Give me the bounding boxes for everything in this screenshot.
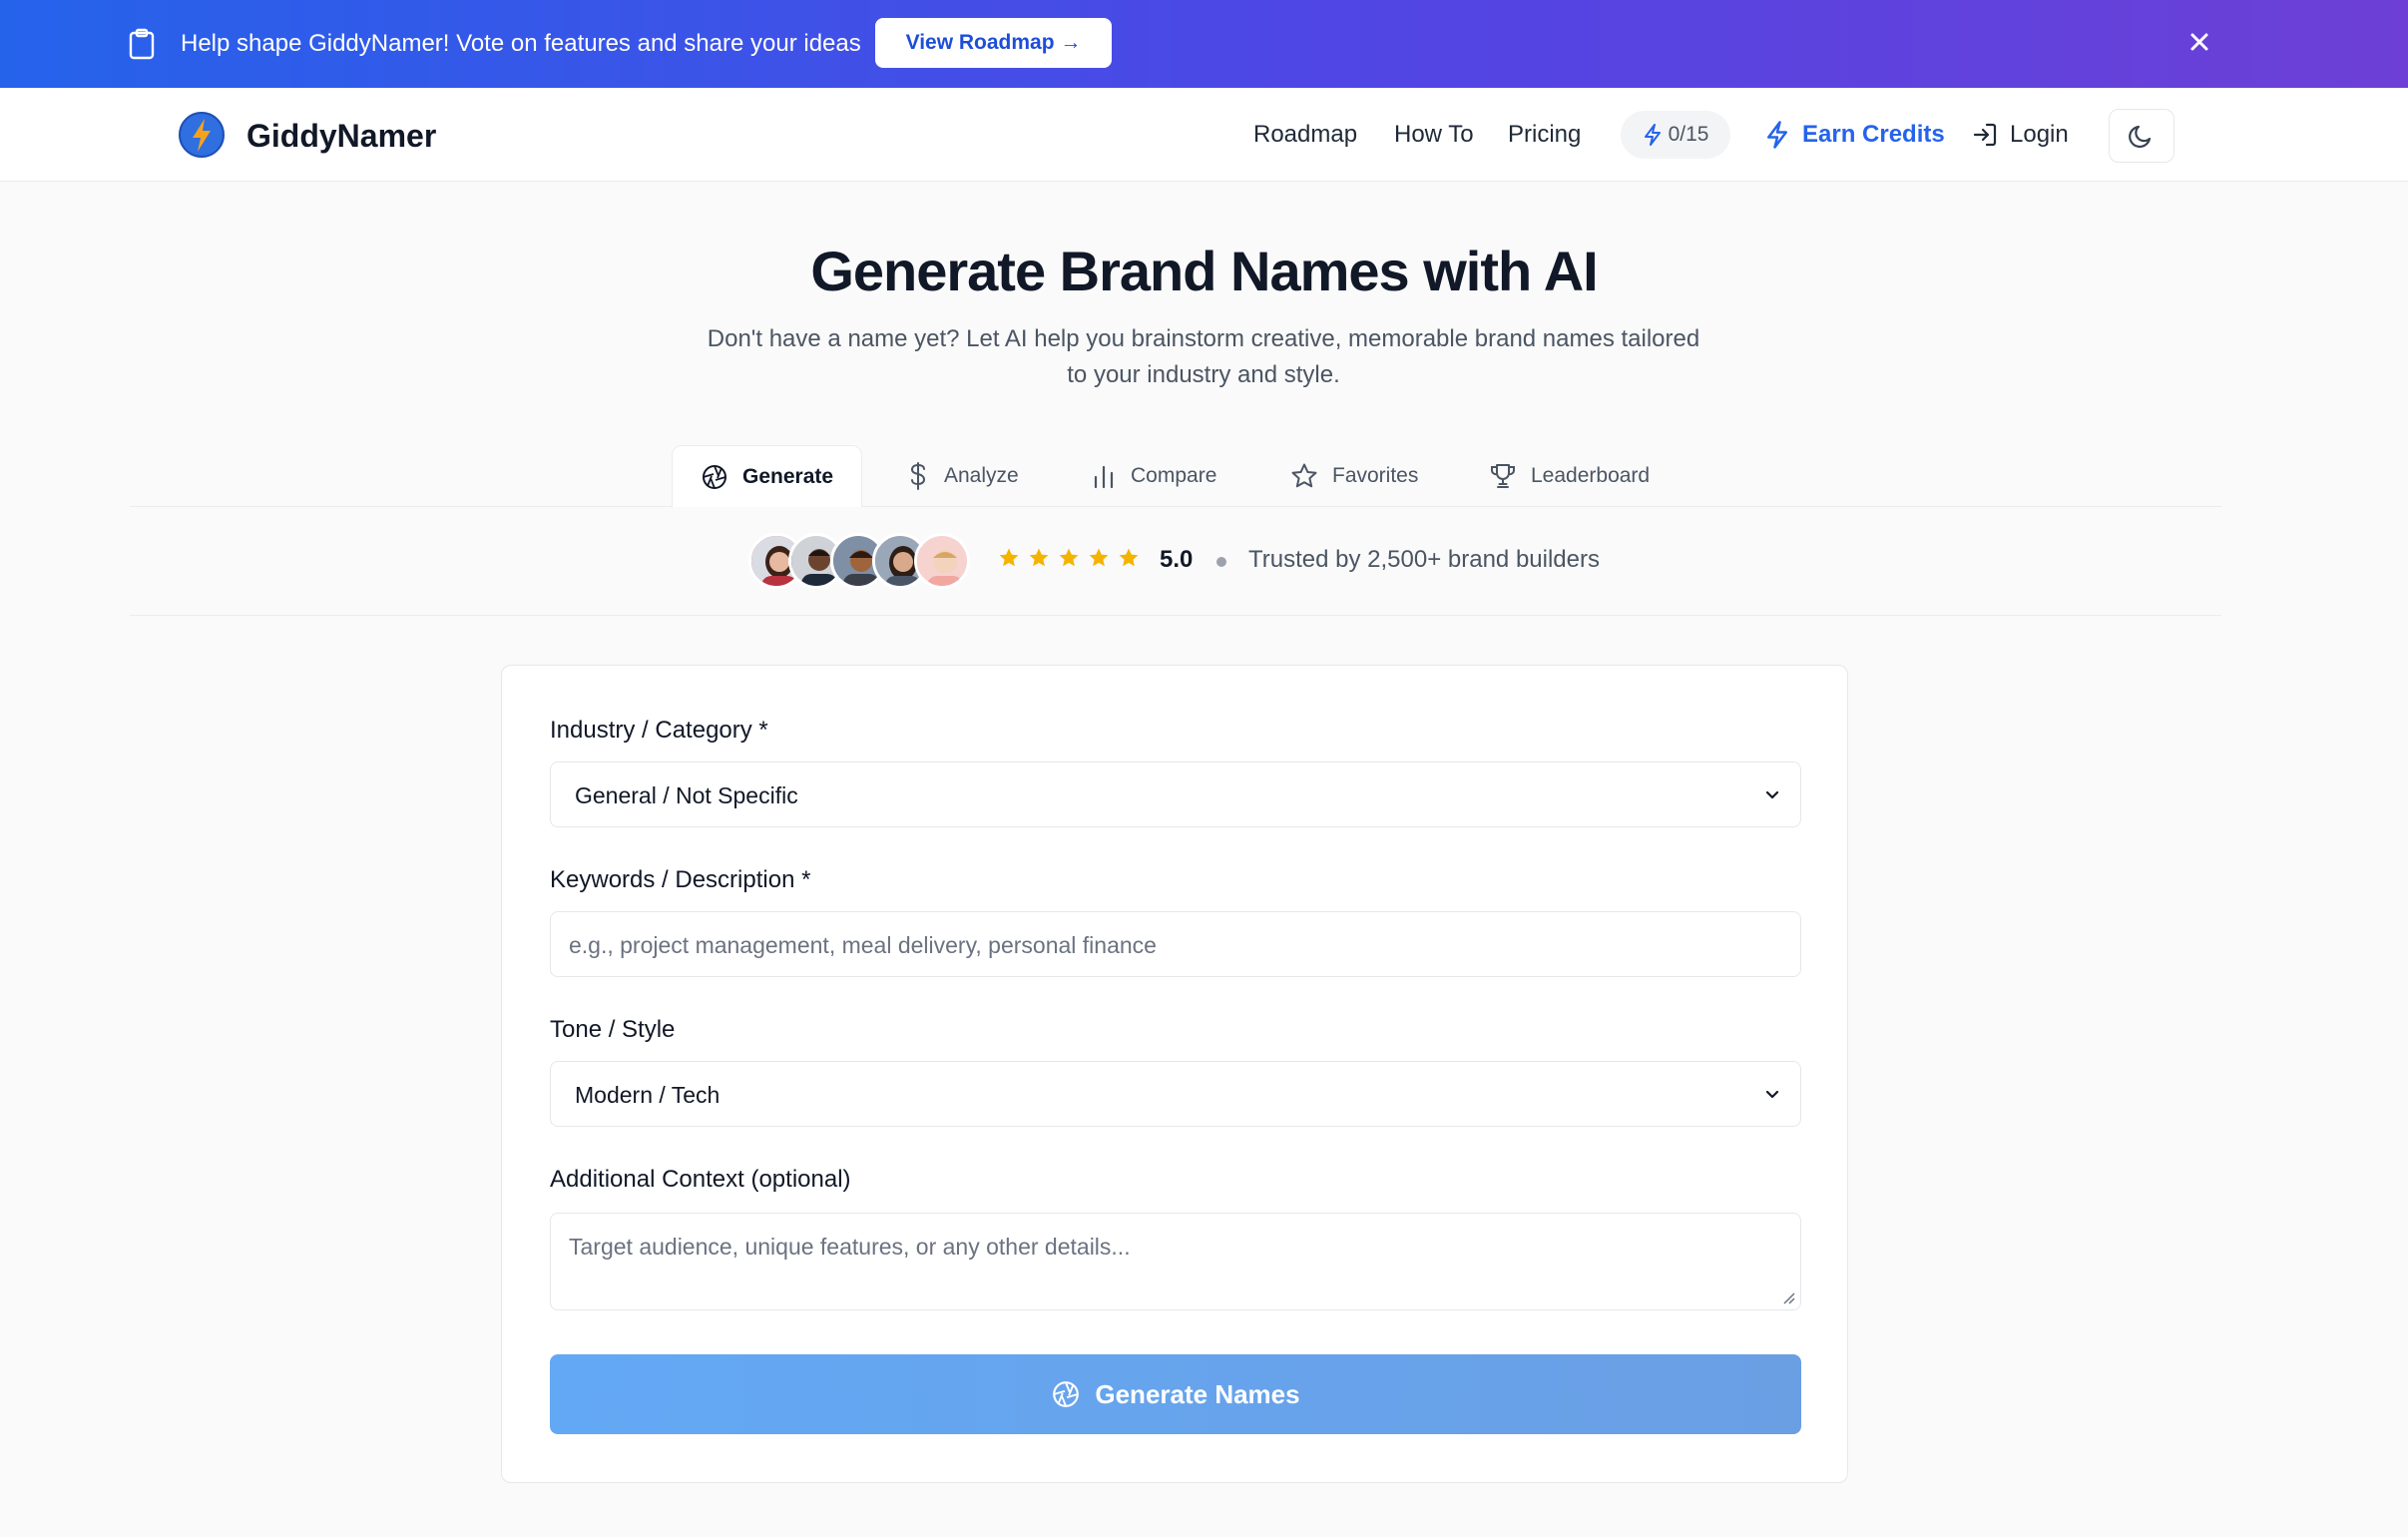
social-proof: 5.0 Trusted by 2,500+ brand builders — [0, 529, 2408, 595]
earn-credits-link[interactable]: Earn Credits — [1764, 116, 1945, 154]
section-divider — [130, 615, 2221, 616]
trophy-icon — [1491, 464, 1515, 488]
login-label: Login — [2010, 121, 2069, 148]
tab-label: Favorites — [1332, 464, 1419, 487]
tab-generate[interactable]: Generate — [672, 445, 863, 507]
tone-select-value: Modern / Tech — [575, 1082, 721, 1108]
tab-label: Analyze — [944, 464, 1019, 487]
nav-roadmap[interactable]: Roadmap — [1253, 118, 1357, 152]
generate-form-card: Industry / Category * General / Not Spec… — [501, 665, 1848, 1483]
star-outline-icon — [1291, 463, 1317, 488]
star-icon — [999, 548, 1019, 567]
avatar-group — [748, 533, 978, 589]
tab-analyze[interactable]: Analyze — [906, 445, 1019, 507]
tab-label: Generate — [742, 464, 834, 488]
bar-chart-icon — [1094, 465, 1114, 489]
close-icon[interactable] — [2185, 28, 2213, 56]
login-icon — [1973, 123, 1997, 147]
login-link[interactable]: Login — [1972, 116, 2069, 154]
industry-select-value: General / Not Specific — [575, 782, 798, 808]
aperture-icon — [1053, 1381, 1080, 1407]
brand-name[interactable]: GiddyNamer — [246, 116, 436, 156]
credits-value: 0/15 — [1668, 123, 1709, 146]
tone-select[interactable]: Modern / Tech — [550, 1061, 1801, 1127]
tab-leaderboard[interactable]: Leaderboard — [1489, 445, 1650, 507]
tone-label: Tone / Style — [550, 1016, 676, 1043]
aperture-icon — [703, 464, 726, 489]
tab-compare[interactable]: Compare — [1091, 445, 1216, 507]
keywords-input[interactable]: e.g., project management, meal delivery,… — [550, 911, 1801, 977]
nav-pricing[interactable]: Pricing — [1508, 118, 1581, 152]
trusted-text: Trusted by 2,500+ brand builders — [1248, 546, 1600, 573]
rating-stars — [998, 547, 1140, 569]
lightning-icon — [1767, 121, 1787, 149]
chevron-down-icon — [1765, 790, 1779, 799]
moon-icon — [2129, 125, 2152, 148]
credits-counter[interactable]: 0/15 — [1621, 111, 1730, 159]
generate-names-button[interactable]: Generate Names — [550, 1354, 1801, 1434]
page-title: Generate Brand Names with AI — [810, 240, 1598, 302]
separator-dot — [1216, 557, 1226, 567]
tab-favorites[interactable]: Favorites — [1290, 445, 1418, 507]
chevron-down-icon — [1765, 1090, 1779, 1099]
context-label: Additional Context (optional) — [550, 1166, 851, 1193]
star-icon — [1059, 548, 1079, 567]
page-subtitle: Don't have a name yet? Let AI help you b… — [707, 325, 1700, 388]
site-header: GiddyNamer Roadmap How To Pricing 0/15 E… — [0, 88, 2408, 182]
rating-value: 5.0 — [1160, 546, 1194, 573]
industry-label: Industry / Category * — [550, 717, 768, 744]
keywords-placeholder: e.g., project management, meal delivery,… — [569, 932, 1157, 958]
resize-grip-icon[interactable] — [1782, 1291, 1796, 1305]
clipboard-icon — [129, 28, 155, 60]
context-textarea[interactable]: Target audience, unique features, or any… — [550, 1213, 1801, 1310]
nav-how-to[interactable]: How To — [1394, 118, 1474, 152]
generate-names-label: Generate Names — [1095, 1378, 1300, 1409]
avatar — [914, 533, 970, 589]
theme-toggle-button[interactable] — [2109, 109, 2174, 163]
banner-text: Help shape GiddyNamer! Vote on features … — [181, 30, 861, 57]
tab-label: Compare — [1131, 464, 1217, 487]
dollar-icon — [910, 462, 926, 490]
context-placeholder: Target audience, unique features, or any… — [569, 1234, 1131, 1260]
industry-select[interactable]: General / Not Specific — [550, 762, 1801, 827]
lightning-logo-icon[interactable] — [178, 111, 226, 159]
star-icon — [1119, 548, 1139, 567]
earn-credits-label: Earn Credits — [1802, 121, 1945, 148]
view-roadmap-button[interactable]: View Roadmap → — [875, 18, 1112, 68]
star-icon — [1089, 548, 1109, 567]
lightning-icon — [1644, 124, 1661, 146]
announcement-banner: Help shape GiddyNamer! Vote on features … — [0, 0, 2408, 88]
star-icon — [1029, 548, 1049, 567]
keywords-label: Keywords / Description * — [550, 866, 811, 893]
tab-label: Leaderboard — [1531, 464, 1651, 487]
